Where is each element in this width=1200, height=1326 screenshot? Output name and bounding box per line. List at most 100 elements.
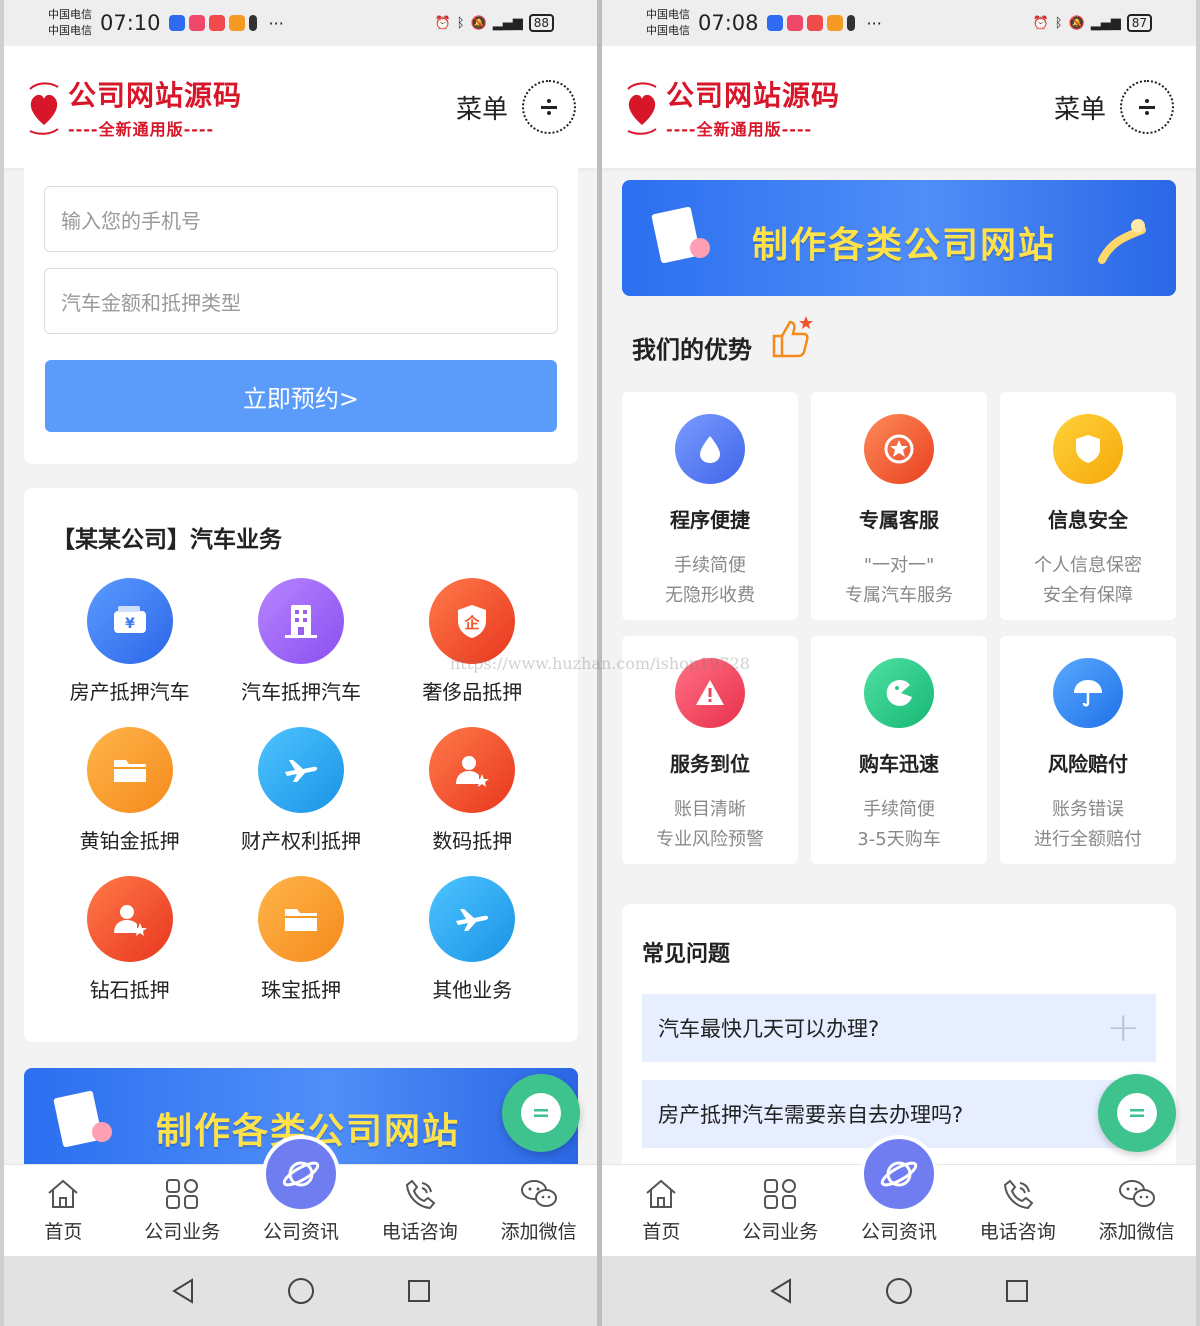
amount-type-input[interactable]: 汽车金额和抵押类型 (44, 268, 558, 334)
menu-button[interactable] (1120, 80, 1174, 134)
advantage-desc-line: 账目清晰 (674, 799, 746, 820)
logo-title: 公司网站源码 (666, 79, 841, 112)
chat-icon (1117, 1093, 1157, 1133)
carrier-label: 中国电信 (646, 8, 690, 21)
business-section-title: 【某某公司】汽车业务 (52, 527, 282, 553)
home-circle-icon[interactable] (884, 1276, 914, 1306)
home-circle-icon[interactable] (286, 1276, 316, 1306)
tab-label: 添加微信 (1098, 1221, 1175, 1243)
back-icon[interactable] (168, 1276, 198, 1306)
faq-question: 汽车最快几天可以办理? (658, 1017, 880, 1041)
advantage-desc: 账务错误 进行全额赔付 (1034, 795, 1142, 855)
app-notification-icon (248, 15, 257, 31)
menu-button[interactable] (522, 80, 576, 134)
advantage-desc-line: 安全有保障 (1043, 585, 1133, 606)
business-item[interactable]: 数码抵押 (387, 727, 558, 854)
business-item-label: 汽车抵押汽车 (240, 680, 361, 704)
document-illustration-icon (651, 206, 710, 264)
signal-icon: ▂▄▆ (1090, 15, 1121, 31)
drop-icon (675, 414, 745, 484)
app-notification-icon (766, 15, 783, 31)
advantage-desc: "一对一" 专属汽车服务 (845, 551, 953, 611)
recents-icon[interactable] (1002, 1276, 1032, 1306)
tab-home[interactable]: 首页 (602, 1165, 721, 1256)
advantage-desc: 手续简便 无隐形收费 (665, 551, 755, 611)
planet-icon (859, 1135, 938, 1213)
carrier-info: 中国电信 中国电信 (646, 7, 698, 39)
app-notification-icon (188, 15, 205, 31)
tab-label: 首页 (44, 1221, 83, 1243)
status-right: ⏰ ᛒ 🔕 ▂▄▆ 88 (435, 14, 554, 32)
tab-label: 添加微信 (500, 1221, 577, 1243)
menu-toggle-icon (1139, 99, 1155, 115)
more-notifications-icon: ··· (268, 13, 284, 33)
business-item[interactable]: 钻石抵押 (44, 876, 215, 1003)
menu-label[interactable]: 菜单 (456, 89, 508, 126)
phone-input[interactable]: 输入您的手机号 (44, 186, 558, 252)
system-nav-bar (4, 1256, 598, 1326)
promo-banner[interactable]: 制作各类公司网站 (622, 180, 1176, 296)
business-item[interactable]: 汽车抵押汽车 (215, 578, 386, 705)
business-item[interactable]: ¥ 房产抵押汽车 (44, 578, 215, 705)
book-now-button[interactable]: 立即预约> (45, 360, 557, 432)
enterprise-shield-icon: 企 (429, 578, 516, 664)
building-icon (257, 578, 344, 664)
site-logo[interactable]: 公司网站源码 ----全新通用版---- (624, 74, 840, 140)
advantage-card: 风险赔付 账务错误 进行全额赔付 (1000, 636, 1176, 864)
tab-home[interactable]: 首页 (4, 1165, 123, 1256)
business-item-label: 珠宝抵押 (260, 978, 341, 1002)
tab-business[interactable]: 公司业务 (123, 1165, 242, 1256)
tab-wechat[interactable]: 添加微信 (479, 1165, 598, 1256)
tab-news[interactable]: 公司资讯 (242, 1135, 361, 1256)
status-app-icons: ··· (168, 13, 284, 33)
phone-icon (1003, 1179, 1034, 1210)
svg-text:企: 企 (464, 614, 481, 632)
business-item[interactable]: 黄铂金抵押 (44, 727, 215, 854)
status-time: 07:10 (100, 11, 161, 35)
tab-label: 首页 (642, 1221, 681, 1243)
business-item[interactable]: 企 奢侈品抵押 (387, 578, 558, 705)
mute-icon: 🔕 (470, 15, 487, 31)
back-icon[interactable] (766, 1276, 796, 1306)
bottom-tabbar: 首页 公司业务 公司资讯 电话咨询 添加微信 (4, 1135, 598, 1256)
faq-item[interactable]: 汽车最快几天可以办理? + (642, 994, 1156, 1062)
mute-icon: 🔕 (1068, 15, 1085, 31)
advantage-title: 风险赔付 (1048, 752, 1128, 776)
site-header: 公司网站源码 ----全新通用版---- 菜单 (4, 46, 598, 168)
carrier-label: 中国电信 (48, 8, 92, 21)
advantage-desc: 个人信息保密 安全有保障 (1034, 551, 1142, 611)
business-item[interactable]: 财产权利抵押 (215, 727, 386, 854)
business-item-label: 奢侈品抵押 (422, 680, 523, 704)
faq-title: 常见问题 (642, 942, 731, 967)
user-star-icon (429, 727, 516, 813)
status-right: ⏰ ᛒ 🔕 ▂▄▆ 87 (1033, 14, 1152, 32)
tab-label: 公司资讯 (860, 1221, 937, 1243)
recents-icon[interactable] (404, 1276, 434, 1306)
signal-icon: ▂▄▆ (492, 15, 523, 31)
advantages-grid: 程序便捷 手续简便 无隐形收费 专属客服 "一对一" 专属汽车服务 信息安全 个人信… (622, 392, 1176, 864)
menu-label[interactable]: 菜单 (1054, 89, 1106, 126)
expand-plus-icon[interactable]: + (1106, 1005, 1140, 1051)
tab-phone[interactable]: 电话咨询 (360, 1165, 479, 1256)
business-item-label: 财产权利抵押 (240, 829, 361, 853)
bluetooth-icon: ᛒ (1054, 15, 1063, 31)
chat-float-button[interactable] (1098, 1074, 1176, 1152)
carrier-label: 中国电信 (646, 24, 690, 37)
chat-float-button[interactable] (502, 1074, 580, 1152)
advantage-title: 服务到位 (670, 752, 750, 776)
site-logo[interactable]: 公司网站源码 ----全新通用版---- (26, 74, 242, 140)
wechat-icon (1118, 1180, 1155, 1207)
tab-phone[interactable]: 电话咨询 (958, 1165, 1077, 1256)
tab-wechat[interactable]: 添加微信 (1077, 1165, 1196, 1256)
tab-business[interactable]: 公司业务 (721, 1165, 840, 1256)
bottom-tabbar: 首页 公司业务 公司资讯 电话咨询 添加微信 (602, 1135, 1196, 1256)
tab-news[interactable]: 公司资讯 (840, 1135, 959, 1256)
business-item-label: 黄铂金抵押 (79, 829, 180, 853)
logo-title: 公司网站源码 (68, 79, 243, 112)
app-notification-icon (208, 15, 225, 31)
business-item-label: 钻石抵押 (89, 978, 170, 1002)
svg-text:¥: ¥ (125, 616, 135, 632)
advantage-desc-line: 个人信息保密 (1034, 555, 1142, 576)
business-item[interactable]: 珠宝抵押 (215, 876, 386, 1003)
business-item[interactable]: 其他业务 (387, 876, 558, 1003)
